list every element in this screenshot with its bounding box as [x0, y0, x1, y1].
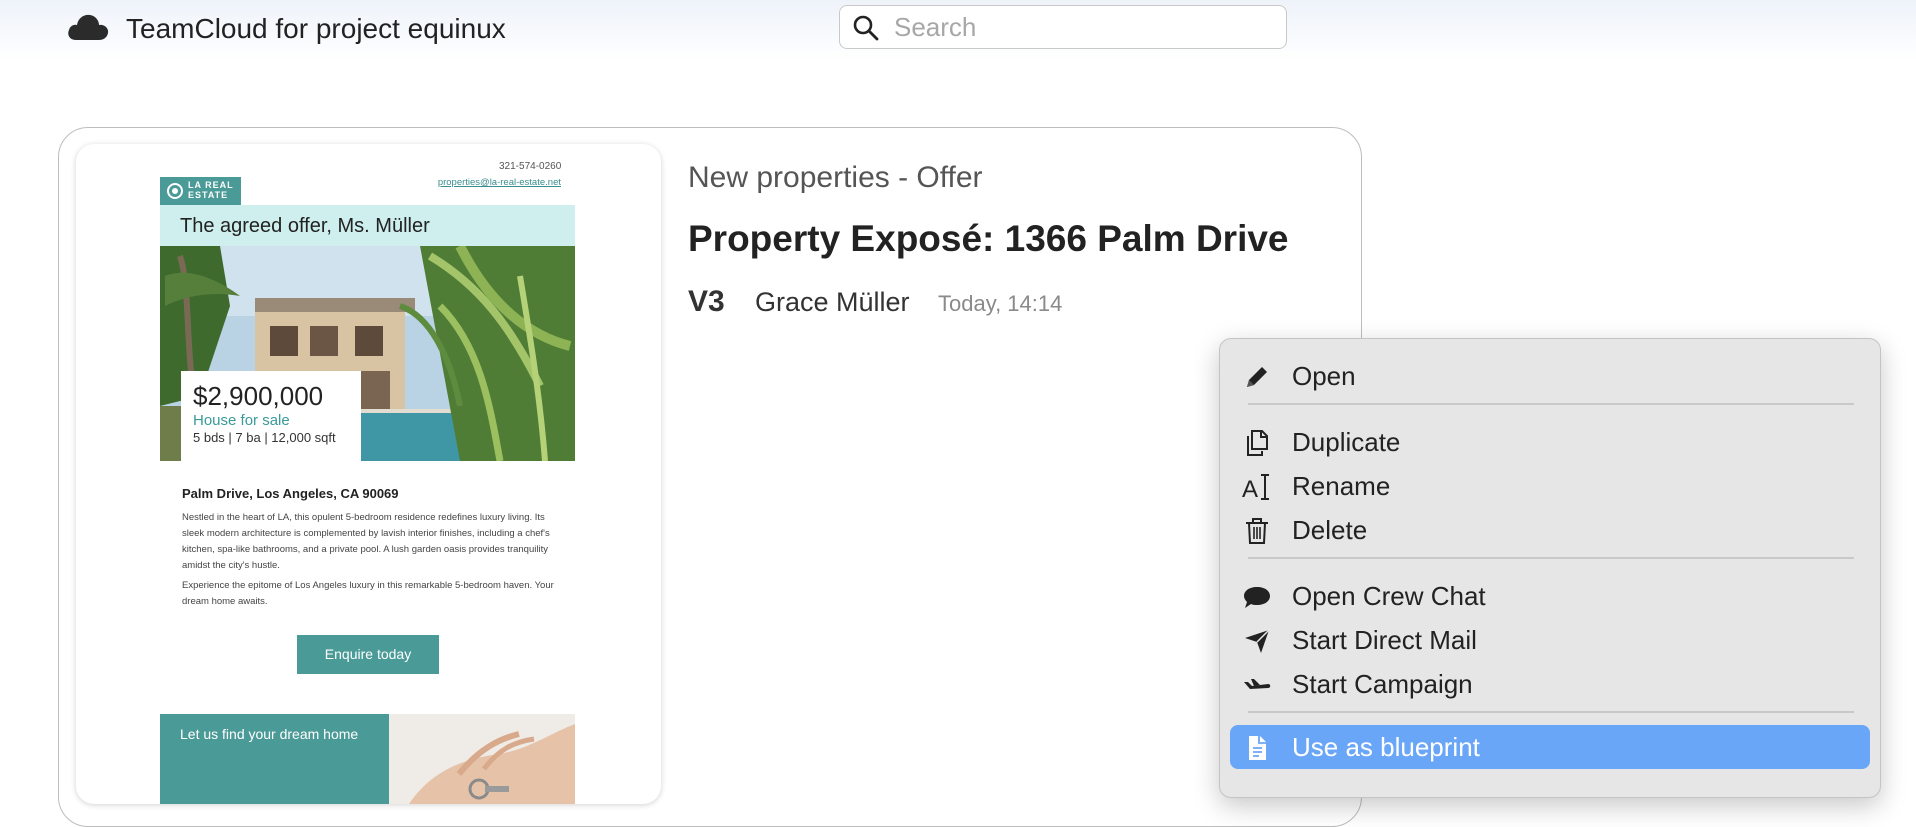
- menu-separator: [1248, 557, 1854, 559]
- logo-text: LA REAL ESTATE: [188, 180, 234, 200]
- menu-item-use-as-blueprint[interactable]: Use as blueprint: [1230, 725, 1870, 769]
- search-bar[interactable]: [839, 5, 1287, 49]
- menu-item-open-crew-chat[interactable]: Open Crew Chat: [1230, 574, 1870, 618]
- menu-item-open[interactable]: Open: [1230, 354, 1870, 398]
- chat-bubble-icon: [1244, 587, 1270, 608]
- document-type: New properties - Offer: [688, 161, 983, 194]
- menu-item-delete[interactable]: Delete: [1230, 508, 1870, 552]
- menu-item-duplicate[interactable]: Duplicate: [1230, 420, 1870, 464]
- thumbnail-phone: 321-574-0260: [499, 161, 562, 172]
- thumbnail-address: Palm Drive, Los Angeles, CA 90069: [182, 486, 399, 501]
- menu-item-label: Rename: [1292, 471, 1391, 501]
- menu-item-label: Open: [1292, 361, 1356, 391]
- thumbnail-specs: 5 bds | 7 ba | 12,000 sqft: [193, 430, 336, 445]
- thumbnail-price: $2,900,000: [193, 381, 324, 411]
- menu-item-rename[interactable]: A Rename: [1230, 464, 1870, 508]
- document-author: Grace Müller: [755, 287, 910, 317]
- logo-ring-icon: [167, 183, 183, 199]
- rename-icon: A: [1242, 474, 1269, 502]
- version-badge: V3: [688, 285, 725, 318]
- trash-icon: [1246, 518, 1268, 544]
- menu-item-start-direct-mail[interactable]: Start Direct Mail: [1230, 618, 1870, 662]
- paper-plane-icon: [1245, 629, 1270, 653]
- duplicate-icon: [1247, 430, 1268, 456]
- keys-photo: [389, 714, 575, 804]
- document-thumbnail[interactable]: 321-574-0260 properties@la-real-estate.n…: [76, 144, 661, 804]
- top-bar: TeamCloud for project equinux: [0, 0, 1916, 60]
- document-icon: [1249, 736, 1266, 760]
- svg-text:A: A: [1242, 476, 1258, 502]
- thumbnail-footer-text: Let us find your dream home: [160, 714, 389, 804]
- thumbnail-description: Nestled in the heart of LA, this opulent…: [182, 512, 550, 571]
- menu-item-label: Start Direct Mail: [1292, 625, 1477, 655]
- document-title: Property Exposé: 1366 Palm Drive: [688, 218, 1289, 259]
- menu-item-label: Start Campaign: [1292, 669, 1473, 699]
- thumbnail-headline: The agreed offer, Ms. Müller: [180, 215, 430, 237]
- enquire-button: Enquire today: [297, 635, 439, 674]
- menu-item-label: Use as blueprint: [1292, 732, 1480, 762]
- search-icon: [853, 15, 879, 41]
- thumbnail-status: House for sale: [193, 412, 290, 429]
- cloud-icon: [68, 14, 109, 40]
- thumbnail-description-2: Experience the epitome of Los Angeles lu…: [182, 580, 554, 607]
- modified-timestamp: Today, 14:14: [938, 291, 1063, 316]
- pencil-icon: [1247, 367, 1267, 387]
- airplane-icon: [1244, 679, 1271, 689]
- menu-item-start-campaign[interactable]: Start Campaign: [1230, 662, 1870, 706]
- context-menu: Open Duplicate A Rename Delete Open Crew…: [1219, 338, 1881, 798]
- thumbnail-email: properties@la-real-estate.net: [437, 177, 561, 188]
- menu-separator: [1248, 711, 1854, 713]
- menu-item-label: Duplicate: [1292, 427, 1401, 457]
- search-input[interactable]: [894, 12, 1274, 42]
- real-estate-logo: LA REAL ESTATE: [160, 177, 241, 205]
- menu-separator: [1248, 403, 1854, 405]
- menu-item-label: Open Crew Chat: [1292, 581, 1486, 611]
- app-title: TeamCloud for project equinux: [126, 13, 506, 44]
- menu-item-label: Delete: [1292, 515, 1368, 545]
